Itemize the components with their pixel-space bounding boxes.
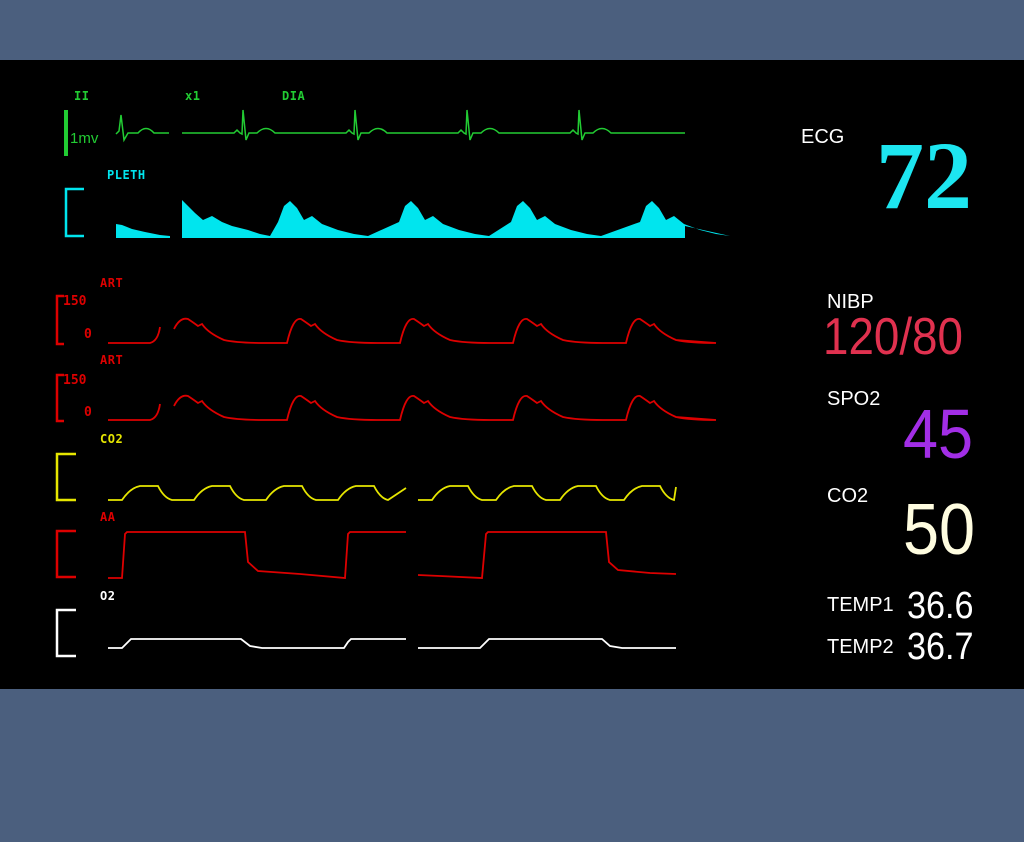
- nibp-value: 120/80: [823, 308, 963, 366]
- co2-value: 50: [903, 490, 976, 570]
- art2-label: ART: [100, 353, 124, 367]
- temp1-param-label: TEMP1: [827, 594, 894, 616]
- pleth-scale-bracket: [64, 187, 84, 238]
- spo2-value: 45: [903, 395, 974, 473]
- ecg-waveform: [115, 109, 685, 143]
- aa-scale-bracket: [55, 529, 76, 579]
- heart-rate-value: 72: [876, 122, 972, 229]
- art1-scale-top: 150: [63, 294, 87, 309]
- art1-label: ART: [100, 276, 124, 290]
- aa-wave-label: AA: [100, 510, 116, 524]
- art1-scale-bottom: 0: [84, 327, 92, 342]
- co2-scale-bracket: [55, 452, 76, 502]
- temp2-param-label: TEMP2: [827, 636, 894, 658]
- o2-wave-label: O2: [100, 589, 116, 603]
- ecg-param-label: ECG: [801, 126, 845, 148]
- co2-waveform: [108, 485, 677, 502]
- art2-scale-top: 150: [63, 373, 87, 388]
- temp1-value: 36.6: [907, 585, 974, 627]
- waveform-area: [55, 109, 730, 658]
- ecg-mode-label: DIA: [282, 89, 306, 103]
- ecg-lead-label: II: [74, 89, 90, 103]
- art2-scale-bottom: 0: [84, 405, 92, 420]
- spo2-param-label: SPO2: [827, 388, 881, 410]
- ecg-scale-label: 1mv: [70, 130, 99, 147]
- aa-waveform: [108, 531, 677, 579]
- o2-scale-bracket: [55, 608, 76, 658]
- ecg-gain-label: x1: [185, 89, 201, 103]
- pleth-label: PLETH: [107, 168, 146, 182]
- pleth-waveform: [116, 200, 730, 238]
- temp2-value: 36.7: [907, 626, 974, 668]
- co2-param-label: CO2: [827, 485, 869, 507]
- o2-waveform: [108, 638, 676, 649]
- co2-wave-label: CO2: [100, 432, 124, 446]
- art2-waveform: [108, 394, 717, 421]
- art1-waveform: [108, 317, 717, 344]
